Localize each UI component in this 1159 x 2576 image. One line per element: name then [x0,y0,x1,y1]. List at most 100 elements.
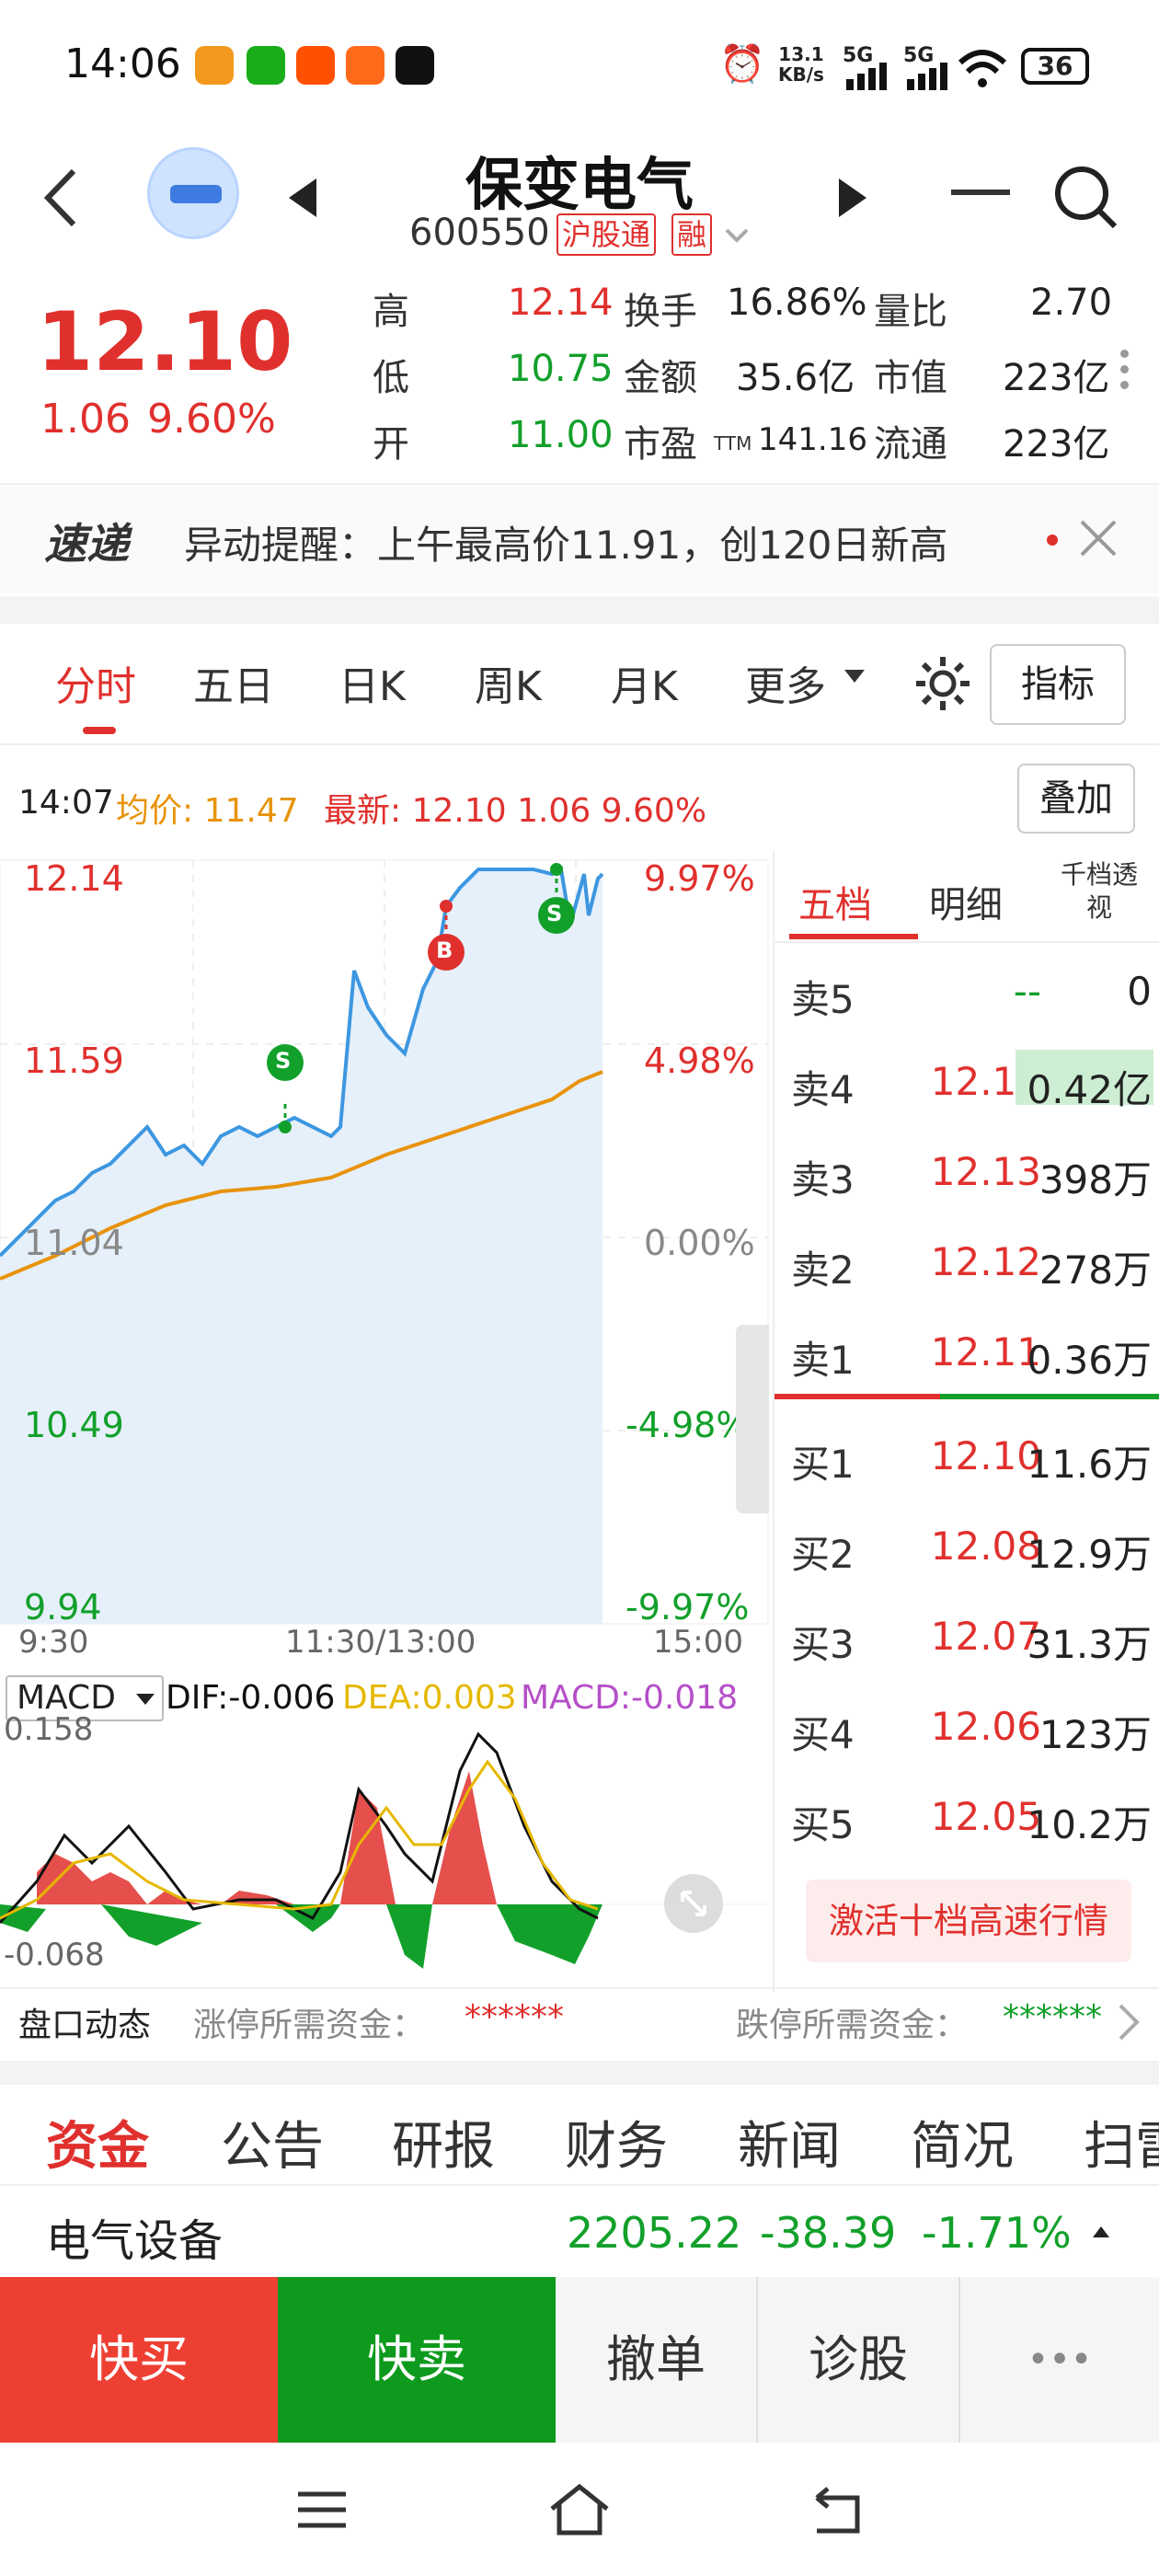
side-drawer-handle[interactable] [736,1325,769,1513]
tab-more[interactable]: 更多 [745,653,826,712]
tab-overview[interactable]: 简况 [911,2105,1014,2179]
activate-button[interactable]: 激活十档高速行情 [806,1880,1131,1962]
pankou-title: 盘口动态 [18,2007,152,2044]
clock: 14:06 [64,40,181,87]
y-label-mid-low: 10.49 [24,1405,124,1445]
order-book: 五档 明细 千档透视 卖5 -- 0 卖4 12.14 0.42亿 卖3 12.… [773,851,1159,1992]
buy-marker-label: B [436,937,453,963]
home-icon[interactable] [546,2481,613,2538]
divider [0,596,1159,624]
tab-five-day[interactable]: 五日 [193,653,274,712]
pe-label: 市盈 [624,423,697,466]
bid-row: 买1 12.10 11.6万 [791,1433,1152,1487]
caret-down-icon [844,670,865,683]
expand-icon[interactable] [664,1874,723,1933]
alarm-icon: ⏰ [719,43,765,86]
wechat-icon [247,46,285,85]
next-stock-icon[interactable] [837,175,870,221]
tab-announcements[interactable]: 公告 [221,2105,324,2179]
alert-text: 异动提醒：上午最高价11.91，创120日新高 [184,523,948,568]
back-nav-icon[interactable] [809,2485,865,2535]
search-icon[interactable] [1049,160,1122,234]
quick-buy-button[interactable]: 快买 [0,2277,278,2443]
x-label-open: 9:30 [18,1624,89,1661]
y-label-mid-high: 11.59 [24,1041,124,1081]
price-change: 1.06 [40,396,131,443]
alert-badge: 速递 [44,519,129,569]
minimize-icon[interactable] [951,190,1010,195]
amount-label: 金额 [624,357,697,399]
cancel-order-button[interactable]: 撤单 [556,2277,758,2443]
stock-name: 保变电气 [465,151,694,218]
bid-row: 买5 12.05 10.2万 [791,1794,1152,1847]
tab-week-k[interactable]: 周K [475,653,542,712]
ask-row: 卖3 12.13 398万 [791,1149,1152,1202]
tab-intraday[interactable]: 分时 [55,653,136,712]
menu-icon[interactable] [296,2489,348,2531]
book-tab-detail[interactable]: 明细 [929,875,1003,928]
low-value: 10.75 [508,348,614,390]
sector-row[interactable]: 电气设备 2205.22 -38.39 -1.71% [0,2188,1159,2277]
intraday-chart[interactable]: S B S 12.14 11.59 11.04 10.49 9.94 9.97%… [0,851,773,1992]
ratio-bar-green [940,1394,1159,1399]
chevron-right-icon [1119,2004,1140,2041]
bid-row: 买3 12.07 31.3万 [791,1614,1152,1667]
float-value: 223亿 [1003,423,1110,466]
tab-news[interactable]: 新闻 [738,2105,841,2179]
more-vertical-icon[interactable] [1120,350,1130,389]
y-label-low: 9.94 [24,1587,102,1627]
quick-sell-button[interactable]: 快卖 [278,2277,556,2443]
signal-bars-icon-2 [907,63,947,90]
pankou-row[interactable]: 盘口动态 涨停所需资金： ****** 跌停所需资金： ****** [0,1987,1159,2056]
tab-day-k[interactable]: 日K [339,653,406,712]
pe-value: 141.16 [758,421,867,458]
macd-dea: DEA:0.003 [342,1679,517,1717]
ask-row: 卖1 12.11 0.36万 [791,1329,1152,1383]
book-tab-depth[interactable]: 千档透视 [1049,858,1150,925]
current-price: 12.10 [37,294,293,389]
overlay-button[interactable]: 叠加 [1017,764,1135,834]
vol-ratio-value: 2.70 [1030,282,1113,324]
diagnose-button[interactable]: 诊股 [758,2277,960,2443]
macd-top: 0.158 [4,1711,94,1748]
gear-icon[interactable] [911,651,975,716]
ask-row: 卖4 12.14 0.42亿 [775,1033,1159,1123]
chevron-down-icon[interactable] [723,226,751,245]
tab-finance[interactable]: 财务 [565,2105,668,2179]
alert-dot [1047,535,1058,546]
avg-price: 均价: 11.47 [116,792,299,830]
bid-row: 买4 12.06 123万 [791,1704,1152,1757]
caret-up-icon [1093,2226,1109,2237]
status-bar: 14:06 ⏰ 13.1 KB/s 5G 5G 36 [0,0,1159,138]
action-bar: 快买 快卖 撤单 诊股 ••• [0,2277,1159,2443]
tab-month-k[interactable]: 月K [611,653,678,712]
mkt-cap-value: 223亿 [1003,357,1110,399]
y-label-prev-close: 11.04 [24,1223,124,1263]
chart-tabs: 分时 五日 日K 周K 月K 更多 指标 [0,626,1159,745]
info-time: 14:07 [18,784,114,822]
sector-name: 电气设备 [46,2215,224,2267]
price-change-pct: 9.60% [147,396,276,443]
tab-funds[interactable]: 资金 [46,2105,149,2179]
signal-bars-icon [846,63,887,90]
close-icon[interactable] [1078,518,1119,558]
x-label-noon: 11:30/13:00 [285,1624,476,1661]
taobao-icon [296,46,335,85]
more-button[interactable]: ••• [960,2277,1159,2443]
open-value: 11.00 [508,414,614,456]
sector-pct: -1.71% [922,2208,1072,2258]
limit-up-label: 涨停所需资金： [193,2007,426,2044]
high-label: 高 [373,291,409,333]
tab-indicator [83,727,116,734]
y-label-high: 12.14 [24,858,124,899]
tab-minesweep[interactable]: 扫雷 [1084,2105,1159,2179]
tab-research[interactable]: 研报 [392,2105,495,2179]
indicator-button[interactable]: 指标 [990,644,1126,725]
limit-down-label: 跌停所需资金： [736,2007,969,2044]
app-icon-1 [195,46,234,85]
net-speed: 13.1 KB/s [778,43,824,86]
book-tab-five[interactable]: 五档 [798,875,872,928]
stock-header: 保变电气 600550 沪股通 融 [0,138,1159,285]
alert-banner[interactable]: 速递 异动提醒：上午最高价11.91，创120日新高 [0,483,1159,593]
limit-down-value: ****** [1003,1998,1102,2036]
